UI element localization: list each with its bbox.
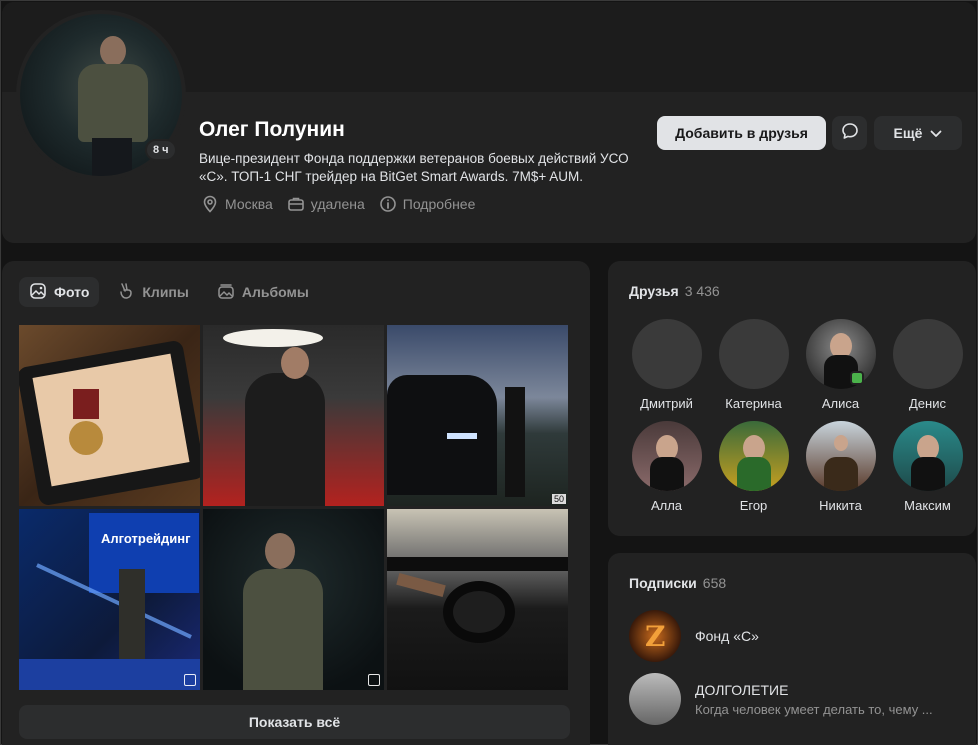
photo-thumbnail[interactable]: 50 — [387, 325, 568, 506]
more-label: Ещё — [893, 125, 923, 141]
job-label: удалена — [310, 196, 365, 212]
subscriptions-title: Подписки — [629, 575, 697, 591]
friend-name: Катерина — [725, 396, 782, 411]
friends-grid: Дмитрий Катерина Алиса Денис Алла Егор Н… — [623, 319, 971, 513]
friends-title: Друзья — [629, 283, 679, 299]
more-button[interactable]: Ещё — [874, 116, 962, 150]
photo-grid: 50 Алготрейдинг — [19, 325, 568, 690]
photo-thumbnail[interactable] — [203, 509, 384, 690]
avatar: Z — [629, 610, 681, 662]
tab-photos[interactable]: Фото — [19, 277, 100, 307]
message-bubble-icon — [840, 121, 860, 146]
video-badge-icon — [368, 674, 380, 686]
tab-photos-label: Фото — [54, 284, 90, 300]
friend-item[interactable]: Денис — [884, 319, 971, 411]
avatar — [892, 421, 963, 491]
add-friend-button[interactable]: Добавить в друзья — [657, 116, 826, 150]
photo-thumbnail[interactable] — [19, 325, 200, 506]
video-badge-icon — [184, 674, 196, 686]
friends-count: 3 436 — [684, 283, 720, 299]
avatar — [805, 421, 876, 491]
chevron-down-icon — [930, 125, 942, 141]
avatar — [631, 421, 702, 491]
friends-header[interactable]: Друзья 3 436 — [629, 283, 720, 299]
subscriptions-header[interactable]: Подписки 658 — [629, 575, 726, 591]
photo-thumbnail[interactable]: Алготрейдинг — [19, 509, 200, 690]
avatar — [718, 421, 789, 491]
subscription-name: Фонд «С» — [695, 628, 759, 644]
profile-name: Олег Полунин — [199, 118, 345, 141]
photo-icon — [29, 282, 47, 303]
tab-clips[interactable]: Клипы — [107, 277, 198, 307]
clips-icon — [117, 282, 135, 303]
friend-item[interactable]: Егор — [710, 421, 797, 513]
avatar — [629, 673, 681, 725]
profile-header: 8 ч Олег Полунин Вице-президент Фонда по… — [2, 2, 976, 243]
more-info-link[interactable]: Подробнее — [379, 195, 476, 213]
subscription-item[interactable]: ДОЛГОЛЕТИЕ Когда человек умеет делать то… — [629, 673, 933, 725]
fund-logo-icon: Z — [645, 620, 666, 653]
subscriptions-block: Подписки 658 Z Фонд «С» ДОЛГОЛЕТИЕ Когда … — [608, 553, 976, 745]
avatar — [805, 319, 876, 389]
friend-name: Денис — [909, 396, 946, 411]
avatar — [892, 319, 963, 389]
friend-item[interactable]: Максим — [884, 421, 971, 513]
tab-clips-label: Клипы — [142, 284, 189, 300]
avatar — [718, 319, 789, 389]
info-icon — [379, 195, 397, 213]
tab-albums-label: Альбомы — [241, 284, 309, 300]
photo-badge: 50 — [551, 494, 566, 504]
friend-name: Алиса — [821, 396, 860, 411]
friend-item[interactable]: Катерина — [710, 319, 797, 411]
friend-item[interactable]: Никита — [797, 421, 884, 513]
photos-block: Фото Клипы Альбомы 50 Алготрейдинг Показ… — [2, 261, 590, 745]
location-pin-icon — [201, 195, 219, 213]
subscription-item[interactable]: Z Фонд «С» — [629, 610, 759, 662]
tab-albums[interactable]: Альбомы — [207, 277, 319, 307]
subscription-name: ДОЛГОЛЕТИЕ — [695, 681, 789, 698]
job-item[interactable]: удалена — [287, 195, 365, 213]
friend-name: Дмитрий — [640, 396, 693, 411]
online-status-icon — [850, 371, 864, 385]
subscriptions-count: 658 — [702, 575, 727, 591]
city-item[interactable]: Москва — [201, 195, 273, 213]
photo-tabs: Фото Клипы Альбомы — [19, 277, 319, 307]
subscription-description: Когда человек умеет делать то, чему ... — [695, 701, 933, 717]
friends-block: Друзья 3 436 Дмитрий Катерина Алиса Денис… — [608, 261, 976, 536]
city-label: Москва — [225, 196, 273, 212]
profile-meta: Москва удалена Подробнее — [201, 195, 475, 213]
show-all-button[interactable]: Показать всё — [19, 705, 570, 739]
friend-item[interactable]: Алиса — [797, 319, 884, 411]
friend-item[interactable]: Дмитрий — [623, 319, 710, 411]
friend-item[interactable]: Алла — [623, 421, 710, 513]
friend-name: Никита — [819, 498, 862, 513]
screen-text: Алготрейдинг — [101, 531, 191, 546]
last-seen-badge: 8 ч — [145, 139, 177, 161]
more-info-label: Подробнее — [402, 196, 476, 212]
friend-name: Алла — [650, 498, 683, 513]
albums-icon — [217, 282, 235, 303]
friend-name: Егор — [739, 498, 768, 513]
photo-thumbnail[interactable] — [387, 509, 568, 690]
profile-status: Вице-президент Фонда поддержки ветеранов… — [199, 151, 629, 184]
briefcase-icon — [287, 195, 305, 213]
avatar — [631, 319, 702, 389]
message-button[interactable] — [832, 116, 867, 150]
photo-thumbnail[interactable] — [203, 325, 384, 506]
friend-name: Максим — [904, 498, 951, 513]
